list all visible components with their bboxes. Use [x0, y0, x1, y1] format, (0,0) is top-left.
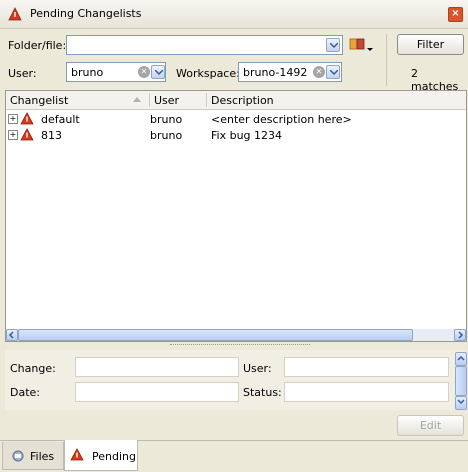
browse-folder-button[interactable]	[348, 36, 374, 54]
user-cell: bruno	[150, 113, 183, 126]
chevron-up-icon	[457, 355, 465, 361]
chevron-right-icon	[458, 331, 464, 339]
details-panel: Change: User: Date: Status:	[5, 350, 467, 410]
clear-workspace-button[interactable]: ✕	[313, 66, 325, 78]
date-label: Date:	[10, 386, 40, 399]
folder-file-dropdown-button[interactable]	[326, 38, 340, 52]
tab-label: Pending	[92, 450, 136, 463]
expand-icon[interactable]: +	[8, 114, 18, 124]
scroll-right-button[interactable]	[454, 329, 466, 341]
details-scroll-thumb[interactable]	[455, 366, 467, 396]
close-button[interactable]: ×	[448, 7, 463, 22]
table-row[interactable]: + 813 bruno Fix bug 1234	[6, 127, 466, 143]
chevron-down-icon	[457, 399, 465, 405]
edit-button[interactable]: Edit	[397, 415, 464, 436]
scroll-left-button[interactable]	[6, 329, 18, 341]
details-user-label: User:	[243, 362, 272, 375]
pending-changelist-icon	[8, 7, 22, 21]
column-header-changelist[interactable]: Changelist	[10, 94, 68, 107]
changelist-cell: 813	[41, 129, 62, 142]
close-icon: ×	[451, 8, 460, 19]
book-browse-icon	[349, 38, 373, 51]
description-cell: <enter description here>	[211, 113, 352, 126]
pending-changelist-icon	[20, 112, 34, 125]
chevron-down-icon	[330, 70, 338, 75]
clear-user-button[interactable]: ✕	[138, 66, 150, 78]
files-icon	[12, 450, 24, 462]
workspace-label: Workspace:	[176, 67, 240, 80]
filter-button[interactable]: Filter	[397, 34, 464, 55]
user-label: User:	[8, 67, 37, 80]
window-title: Pending Changelists	[30, 7, 142, 20]
tab-label: Files	[30, 450, 55, 463]
description-cell: Fix bug 1234	[211, 129, 283, 142]
filter-separator	[386, 34, 387, 86]
chevron-down-icon	[330, 43, 338, 48]
user-field[interactable]: bruno ✕	[66, 62, 166, 82]
change-label: Change:	[10, 362, 56, 375]
column-header-description[interactable]: Description	[211, 94, 274, 107]
clear-icon: ✕	[315, 67, 323, 76]
workspace-field[interactable]: bruno-1492 ✕	[238, 62, 342, 82]
title-bar: Pending Changelists ×	[0, 0, 468, 29]
scroll-thumb[interactable]	[18, 329, 413, 341]
status-label: Status:	[243, 386, 282, 399]
changelist-table[interactable]: Changelist User Description + default br…	[5, 90, 467, 342]
details-scroll-down-button[interactable]	[455, 396, 467, 410]
tab-pending[interactable]: Pending	[64, 440, 138, 471]
changelist-cell: default	[41, 113, 80, 126]
sort-ascending-icon	[133, 97, 141, 102]
details-scroll-up-button[interactable]	[455, 352, 467, 366]
column-separator[interactable]	[149, 93, 150, 107]
column-separator[interactable]	[206, 93, 207, 107]
pending-changelist-icon	[20, 128, 34, 141]
pending-icon	[70, 448, 84, 461]
folder-file-input[interactable]	[66, 35, 343, 55]
date-field	[75, 382, 239, 402]
horizontal-scrollbar[interactable]	[6, 329, 466, 341]
column-header-user[interactable]: User	[154, 94, 179, 107]
chevron-down-icon	[155, 70, 163, 75]
details-user-field	[284, 357, 449, 377]
clear-icon: ✕	[140, 67, 148, 76]
table-row[interactable]: + default bruno <enter description here>	[6, 111, 466, 127]
splitter-handle[interactable]	[170, 344, 310, 347]
user-dropdown-button[interactable]	[151, 65, 165, 79]
table-header: Changelist User Description	[6, 91, 466, 110]
chevron-left-icon	[8, 331, 14, 339]
tab-files[interactable]: Files	[2, 442, 64, 470]
folder-file-label: Folder/file:	[8, 39, 67, 52]
change-field	[75, 357, 239, 377]
workspace-dropdown-button[interactable]	[326, 65, 340, 79]
expand-icon[interactable]: +	[8, 130, 18, 140]
user-cell: bruno	[150, 129, 183, 142]
status-field	[284, 382, 449, 402]
